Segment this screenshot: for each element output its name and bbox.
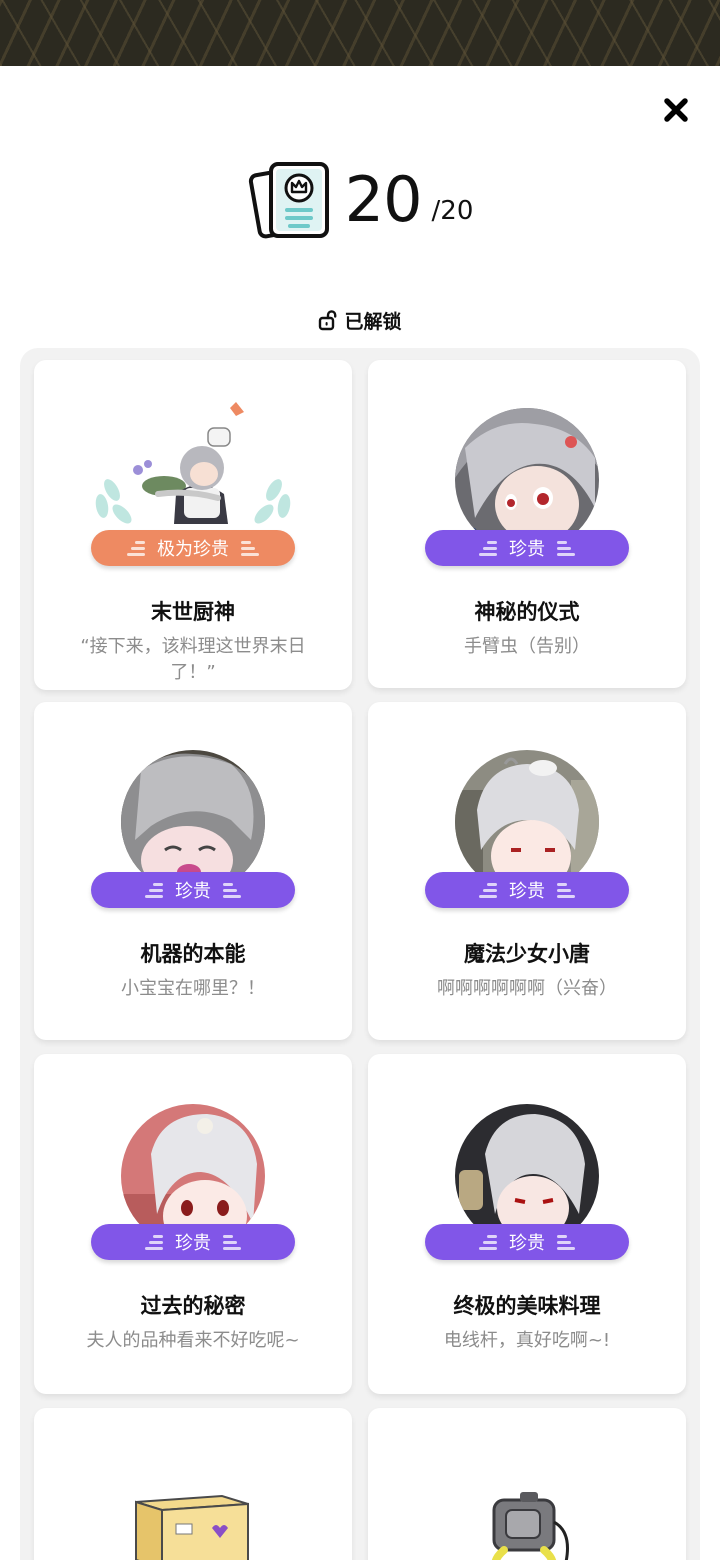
card-description: 电线杆，真好吃啊~!: [443, 1330, 611, 1351]
card-description: 啊啊啊啊啊啊（兴奋）: [437, 978, 617, 999]
collection-progress: 20 /20: [0, 150, 720, 250]
badge-stripes: [241, 540, 259, 556]
collection-card[interactable]: 珍贵 过去的秘密 夫人的品种看来不好吃呢~: [34, 1054, 352, 1394]
card-description: “接下来，该料理这世界末日了！”: [80, 636, 306, 683]
collection-card[interactable]: 极为珍贵 末世厨神 “接下来，该料理这世界末日了！”: [34, 360, 352, 690]
card-title: 魔法少女小唐: [464, 942, 590, 966]
collection-card[interactable]: [368, 1408, 686, 1560]
unlocked-section-header: 已解锁: [0, 306, 720, 334]
unlock-icon: [319, 310, 337, 331]
collection-card[interactable]: 珍贵 终极的美味料理 电线杆，真好吃啊~!: [368, 1054, 686, 1394]
badge-stripes: [127, 540, 145, 556]
card-description: 手臂虫（告别）: [464, 636, 590, 657]
rarity-badge: 极为珍贵: [91, 530, 295, 566]
card-title: 末世厨神: [151, 600, 235, 624]
badge-stripes: [479, 882, 497, 898]
rarity-badge: 珍贵: [425, 1224, 629, 1260]
chef-character-illustration: [95, 402, 291, 524]
card-description: 小宝宝在哪里？！: [121, 978, 265, 999]
badge-stripes: [145, 882, 163, 898]
rarity-badge: 珍贵: [91, 1224, 295, 1260]
collection-card[interactable]: 珍贵 神秘的仪式 手臂虫（告别）: [368, 360, 686, 688]
rarity-label: 珍贵: [509, 539, 545, 560]
badge-stripes: [223, 882, 241, 898]
rarity-badge: 珍贵: [91, 872, 295, 908]
rarity-label: 珍贵: [175, 881, 211, 902]
card-collection-icon: [248, 162, 329, 239]
badge-stripes: [223, 1234, 241, 1250]
badge-stripes: [557, 540, 575, 556]
badge-stripes: [145, 1234, 163, 1250]
collection-card[interactable]: 珍贵 机器的本能 小宝宝在哪里？！: [34, 702, 352, 1040]
card-title: 机器的本能: [140, 942, 246, 966]
rarity-label: 极为珍贵: [157, 539, 229, 560]
card-title: 神秘的仪式: [474, 600, 580, 624]
card-title: 终极的美味料理: [453, 1294, 601, 1318]
badge-stripes: [479, 540, 497, 556]
background-scene-strip: [0, 0, 720, 66]
rarity-label: 珍贵: [175, 1233, 211, 1254]
close-icon: [664, 98, 688, 122]
rarity-badge: 珍贵: [425, 530, 629, 566]
cardboard-box-illustration: [135, 1494, 249, 1560]
badge-stripes: [557, 882, 575, 898]
card-title: 过去的秘密: [140, 1294, 246, 1318]
rarity-label: 珍贵: [509, 881, 545, 902]
card-grid-panel: 极为珍贵 末世厨神 “接下来，该料理这世界末日了！” 珍贵 神秘的仪式 手臂虫（…: [20, 348, 700, 1560]
camera-robot-illustration: [491, 1492, 569, 1560]
unlocked-label: 已解锁: [344, 310, 402, 333]
badge-stripes: [557, 1234, 575, 1250]
total-count: /20: [431, 196, 474, 226]
badge-stripes: [479, 1234, 497, 1250]
rarity-label: 珍贵: [509, 1233, 545, 1254]
collection-card[interactable]: 珍贵 魔法少女小唐 啊啊啊啊啊啊（兴奋）: [368, 702, 686, 1040]
rarity-badge: 珍贵: [425, 872, 629, 908]
close-button[interactable]: [658, 92, 694, 128]
collected-count: 20: [344, 163, 423, 236]
card-description: 夫人的品种看来不好吃呢~: [86, 1330, 300, 1351]
collection-card[interactable]: [34, 1408, 352, 1560]
